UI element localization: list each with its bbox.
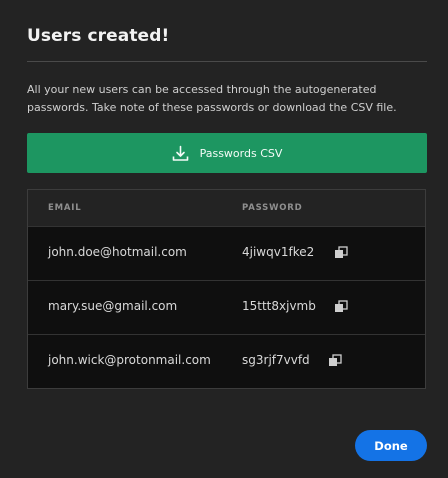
- users-table: EMAIL PASSWORD john.doe@hotmail.com 4jiw…: [27, 189, 426, 389]
- table-row: john.doe@hotmail.com 4jiwqv1fke2: [28, 226, 425, 280]
- table-row: john.wick@protonmail.com sg3rjf7vvfd: [28, 334, 425, 388]
- user-password: sg3rjf7vvfd: [242, 353, 310, 367]
- user-password: 15ttt8xjvmb: [242, 299, 316, 313]
- dialog-title: Users created!: [27, 26, 170, 46]
- users-created-dialog: Users created! All your new users can be…: [0, 0, 448, 478]
- user-email: john.doe@hotmail.com: [48, 245, 187, 259]
- csv-button-label: Passwords CSV: [199, 146, 283, 160]
- user-password: 4jiwqv1fke2: [242, 245, 315, 259]
- email-column-header: EMAIL: [48, 203, 82, 213]
- password-column-header: PASSWORD: [242, 203, 303, 213]
- table-row: mary.sue@gmail.com 15ttt8xjvmb: [28, 280, 425, 334]
- download-passwords-csv-button[interactable]: Passwords CSV: [27, 133, 427, 173]
- copy-icon[interactable]: [334, 299, 348, 313]
- done-button[interactable]: Done: [355, 430, 427, 461]
- copy-icon[interactable]: [334, 245, 348, 259]
- title-divider: [27, 61, 427, 62]
- copy-icon[interactable]: [328, 353, 342, 367]
- dialog-description: All your new users can be accessed throu…: [27, 83, 397, 114]
- download-icon: [172, 145, 189, 162]
- user-email: mary.sue@gmail.com: [48, 299, 178, 313]
- user-email: john.wick@protonmail.com: [48, 353, 211, 367]
- table-header: EMAIL PASSWORD: [28, 190, 425, 226]
